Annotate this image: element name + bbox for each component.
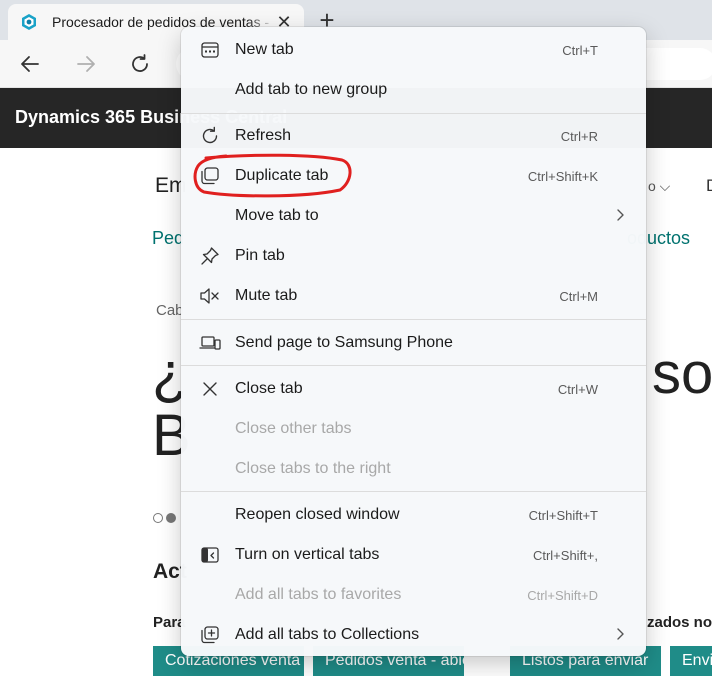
menu-item-label: Close other tabs (235, 420, 352, 437)
refresh-icon (199, 126, 221, 146)
menu-item-shortcut: Ctrl+R (560, 129, 598, 144)
back-arrow-icon (21, 56, 39, 72)
cues-group-heading-right: zados no (647, 614, 712, 631)
headline-right: so (652, 341, 712, 406)
menu-separator (181, 319, 646, 320)
nav-link-pedidos[interactable]: Ped (152, 228, 184, 249)
duplicate-icon (199, 166, 221, 186)
menu-item-label: Add all tabs to favorites (235, 586, 402, 603)
refresh-button[interactable] (124, 50, 156, 78)
vertical-tabs-icon (199, 545, 221, 565)
carousel-dot-active[interactable] (166, 513, 176, 523)
dynamics-favicon-icon (22, 14, 36, 30)
header-edge-text: D (706, 176, 712, 196)
new-tab-icon (199, 40, 221, 60)
menu-item-new-tab[interactable]: New tab Ctrl+T (181, 30, 646, 70)
pin-icon (199, 246, 221, 266)
collections-icon (199, 625, 221, 645)
menu-item-label: Add all tabs to Collections (235, 626, 420, 643)
mute-icon (199, 286, 221, 306)
menu-item-duplicate-tab[interactable]: Duplicate tab Ctrl+Shift+K (181, 156, 646, 196)
menu-item-reopen-closed-window[interactable]: Reopen closed window Ctrl+Shift+T (181, 495, 646, 535)
menu-separator (181, 113, 646, 114)
menu-separator (181, 491, 646, 492)
menu-item-mute-tab[interactable]: Mute tab Ctrl+M (181, 276, 646, 316)
carousel-dot[interactable] (153, 513, 163, 523)
menu-item-label: Send page to Samsung Phone (235, 334, 453, 351)
menu-item-vertical-tabs[interactable]: Turn on vertical tabs Ctrl+Shift+, (181, 535, 646, 575)
menu-item-label: Close tab (235, 380, 303, 397)
header-dropdown[interactable]: o ⌵ (648, 178, 670, 195)
menu-item-shortcut: Ctrl+W (557, 382, 598, 397)
refresh-icon (132, 54, 148, 72)
send-to-device-icon (199, 333, 221, 353)
menu-item-add-tab-to-group[interactable]: Add tab to new group (181, 70, 646, 110)
menu-item-shortcut: Ctrl+Shift+K (527, 169, 598, 184)
menu-item-label: Pin tab (235, 247, 285, 264)
menu-item-label: Mute tab (235, 287, 298, 304)
chevron-right-icon (617, 628, 624, 640)
menu-item-label: Close tabs to the right (235, 460, 391, 477)
menu-item-label: Turn on vertical tabs (235, 546, 380, 563)
menu-item-move-tab-to[interactable]: Move tab to (181, 196, 646, 236)
page-subheading: Cab (156, 302, 184, 319)
menu-item-shortcut: Ctrl+Shift+D (527, 588, 598, 603)
menu-item-add-tabs-to-favorites: Add all tabs to favorites Ctrl+Shift+D (181, 575, 646, 615)
menu-item-label: Duplicate tab (235, 167, 329, 184)
menu-item-send-to-phone[interactable]: Send page to Samsung Phone (181, 323, 646, 363)
menu-item-close-other-tabs: Close other tabs (181, 409, 646, 449)
menu-item-label: Reopen closed window (235, 506, 400, 523)
menu-item-label: Refresh (235, 127, 292, 144)
menu-item-add-tabs-to-collections[interactable]: Add all tabs to Collections (181, 615, 646, 655)
carousel-dots[interactable] (153, 513, 176, 523)
menu-item-label: Move tab to (235, 207, 319, 224)
forward-button[interactable] (70, 50, 102, 78)
close-icon (199, 379, 221, 399)
menu-item-shortcut: Ctrl+Shift+T (528, 508, 598, 523)
forward-arrow-icon (77, 56, 95, 72)
menu-item-pin-tab[interactable]: Pin tab (181, 236, 646, 276)
menu-item-refresh[interactable]: Refresh Ctrl+R (181, 116, 646, 156)
menu-separator (181, 365, 646, 366)
menu-item-shortcut: Ctrl+T (562, 43, 598, 58)
cue-tile[interactable]: Enviados (670, 646, 712, 676)
menu-item-label: Add tab to new group (235, 81, 388, 98)
menu-item-label: New tab (235, 41, 294, 58)
menu-item-shortcut: Ctrl+M (559, 289, 598, 304)
back-button[interactable] (14, 50, 46, 78)
menu-item-shortcut: Ctrl+Shift+, (532, 548, 598, 563)
menu-item-close-tab[interactable]: Close tab Ctrl+W (181, 369, 646, 409)
tab-context-menu: New tab Ctrl+T Add tab to new group Refr… (181, 27, 646, 656)
chevron-right-icon (617, 209, 624, 221)
menu-item-close-tabs-right: Close tabs to the right (181, 449, 646, 489)
